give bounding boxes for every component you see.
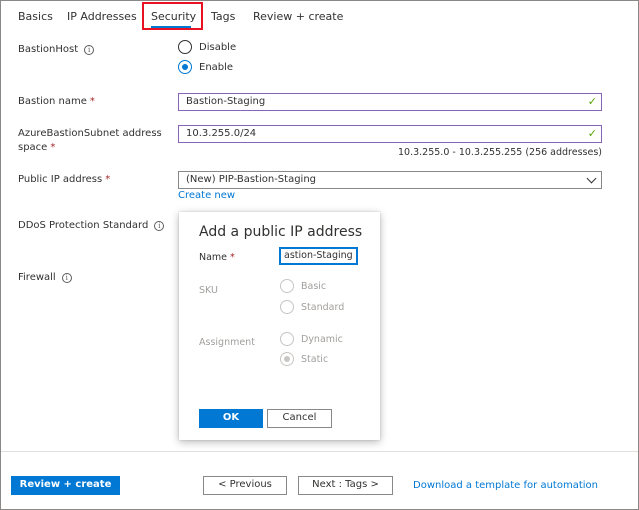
assignment-radio-static: Static [280, 352, 328, 366]
subnet-label-line1: AzureBastionSubnet address [18, 128, 162, 139]
public-ip-label-text: Public IP address [18, 174, 103, 185]
info-icon[interactable]: i [154, 221, 165, 231]
dialog-name-label: Name * [199, 252, 235, 263]
radio-disable[interactable]: Disable [178, 40, 236, 54]
assignment-dynamic-label: Dynamic [301, 333, 343, 345]
cancel-button[interactable]: Cancel [267, 409, 332, 428]
add-public-ip-dialog: Add a public IP address Name * astion-Sta… [179, 212, 380, 440]
ddos-label: DDoS Protection Standard i [18, 219, 165, 233]
dialog-name-label-text: Name [199, 252, 228, 263]
tab-security[interactable]: Security [151, 10, 196, 23]
create-new-link[interactable]: Create new [178, 190, 235, 201]
radio-button [280, 279, 294, 293]
previous-button[interactable]: < Previous [203, 476, 287, 495]
bastion-host-label-text: BastionHost [18, 44, 79, 55]
active-tab-underline [151, 26, 191, 28]
tab-ip-addresses[interactable]: IP Addresses [67, 10, 137, 23]
radio-enable[interactable]: Enable [178, 60, 233, 74]
tab-review-create[interactable]: Review + create [253, 10, 343, 23]
review-create-button[interactable]: Review + create [11, 476, 120, 495]
subnet-label: AzureBastionSubnet address space * [18, 127, 162, 155]
required-marker: * [230, 252, 235, 263]
sku-radio-basic: Basic [280, 279, 326, 293]
dialog-title: Add a public IP address [199, 224, 363, 240]
ddos-label-text: DDoS Protection Standard [18, 220, 149, 231]
radio-button-checked[interactable] [178, 60, 192, 74]
chevron-down-icon [586, 173, 597, 184]
radio-button [280, 332, 294, 346]
assignment-static-label: Static [301, 353, 329, 365]
public-ip-value: (New) PIP-Bastion-Staging [186, 174, 317, 185]
bastion-name-value: Bastion-Staging [186, 96, 266, 107]
subnet-hint: 10.3.255.0 - 10.3.255.255 (256 addresses… [398, 147, 602, 158]
download-template-link[interactable]: Download a template for automation [413, 480, 598, 491]
subnet-label-line2: space [18, 142, 48, 153]
public-ip-dropdown[interactable]: (New) PIP-Bastion-Staging [178, 171, 602, 189]
tab-tags[interactable]: Tags [211, 10, 235, 23]
sku-radio-standard: Standard [280, 300, 344, 314]
firewall-label: Firewall i [18, 271, 72, 285]
bastion-host-label: BastionHost i [18, 43, 95, 57]
radio-button-checked [280, 352, 294, 366]
next-tags-button[interactable]: Next : Tags > [298, 476, 393, 495]
sku-standard-label: Standard [301, 301, 345, 313]
firewall-label-text: Firewall [18, 272, 56, 283]
assignment-label: Assignment [199, 337, 255, 348]
required-marker: * [50, 142, 56, 153]
info-icon[interactable]: i [61, 273, 72, 283]
required-marker: * [89, 96, 95, 107]
assignment-radio-dynamic: Dynamic [280, 332, 343, 346]
tab-basics[interactable]: Basics [18, 10, 53, 23]
checkmark-icon: ✓ [587, 127, 597, 140]
sku-basic-label: Basic [301, 280, 327, 292]
subnet-input[interactable]: 10.3.255.0/24 ✓ [178, 125, 602, 143]
info-icon[interactable]: i [84, 45, 95, 55]
public-ip-label: Public IP address * [18, 173, 110, 187]
bastion-name-input[interactable]: Bastion-Staging ✓ [178, 93, 602, 111]
sku-label: SKU [199, 285, 218, 296]
bastion-name-label: Bastion name * [18, 95, 95, 109]
checkmark-icon: ✓ [587, 95, 597, 108]
required-marker: * [105, 174, 111, 185]
ok-button[interactable]: OK [199, 409, 263, 428]
footer-divider [1, 451, 638, 452]
subnet-value: 10.3.255.0/24 [186, 128, 257, 139]
bastion-name-label-text: Bastion name [18, 96, 87, 107]
radio-enable-label: Enable [199, 61, 234, 73]
dialog-name-input[interactable]: astion-Staging [279, 247, 358, 265]
radio-button[interactable] [178, 40, 192, 54]
radio-disable-label: Disable [199, 41, 237, 53]
radio-button [280, 300, 294, 314]
